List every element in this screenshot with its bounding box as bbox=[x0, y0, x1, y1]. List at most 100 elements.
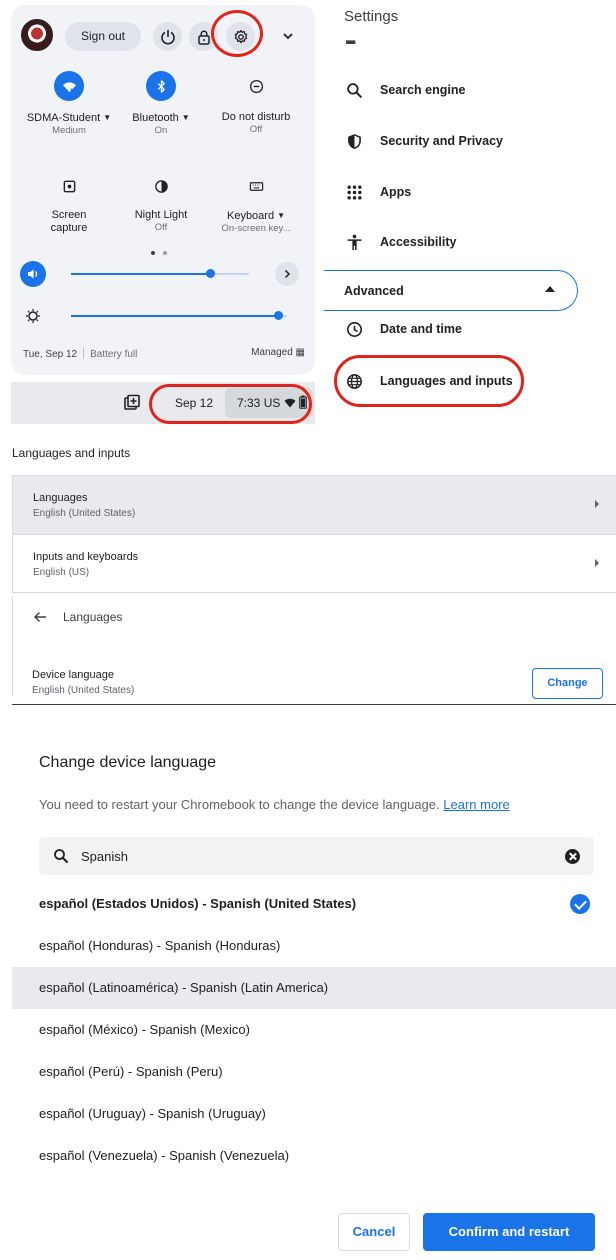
tile-wifi-sub: Medium bbox=[52, 125, 86, 136]
enterprise-building-icon: ▦ bbox=[295, 347, 305, 358]
language-search[interactable] bbox=[39, 837, 594, 875]
caret-up-icon bbox=[545, 286, 555, 292]
quick-settings-footer: Tue, Sep 12 Battery full Managed ▦ bbox=[23, 347, 305, 363]
chevron-down-icon bbox=[283, 33, 293, 40]
sidebar-item-label: Search engine bbox=[380, 83, 466, 97]
user-avatar[interactable] bbox=[21, 19, 53, 51]
sidebar-item-apps[interactable]: Apps bbox=[324, 172, 594, 212]
tile-keyboard[interactable]: Keyboard ▼ On-screen key... bbox=[206, 171, 306, 235]
personalization-item-partial[interactable]: ▂ ▔▔▔▔▔▔▔▔▔▔ bbox=[346, 38, 506, 46]
page-dot[interactable] bbox=[163, 251, 167, 255]
brightness-button bbox=[20, 303, 46, 329]
clear-search-icon[interactable] bbox=[565, 849, 580, 864]
settings-title: Settings bbox=[344, 8, 399, 25]
languages-inputs-heading: Languages and inputs bbox=[12, 446, 131, 460]
footer-date[interactable]: Tue, Sep 12 bbox=[23, 349, 77, 360]
tile-night-light[interactable]: Night Light Off bbox=[111, 171, 211, 234]
battery-status: Battery full bbox=[90, 349, 138, 360]
audio-settings-button[interactable] bbox=[275, 262, 299, 286]
sidebar-item-security[interactable]: Security and Privacy bbox=[324, 121, 594, 161]
inputs-row-title: Inputs and keyboards bbox=[33, 551, 139, 563]
brightness-icon bbox=[26, 309, 40, 323]
tile-screen-capture-label: Screen bbox=[51, 209, 87, 221]
tote-icon[interactable] bbox=[123, 394, 141, 412]
tile-wifi-label: SDMA-Student bbox=[26, 112, 101, 124]
power-icon bbox=[160, 29, 175, 44]
tile-wifi[interactable]: SDMA-Student ▼ Medium bbox=[19, 71, 119, 137]
learn-more-link[interactable]: Learn more bbox=[443, 797, 509, 812]
sidebar-item-label: Date and time bbox=[380, 322, 462, 336]
sidebar-item-search-engine[interactable]: Search engine bbox=[324, 70, 594, 110]
wifi-tile-button[interactable] bbox=[54, 71, 84, 101]
screen-capture-icon bbox=[63, 180, 75, 192]
page-dot-active[interactable] bbox=[151, 251, 155, 255]
dnd-tile-button[interactable] bbox=[241, 71, 271, 101]
sidebar-item-date-time[interactable]: Date and time bbox=[324, 309, 594, 349]
languages-row-sub: English (United States) bbox=[33, 508, 136, 519]
volume-mute-button[interactable] bbox=[20, 261, 46, 287]
collapse-button[interactable] bbox=[277, 25, 299, 47]
power-button[interactable] bbox=[153, 22, 182, 51]
brightness-slider[interactable] bbox=[71, 311, 287, 320]
list-item[interactable]: español (Venezuela) - Spanish (Venezuela… bbox=[12, 1135, 616, 1177]
managed-label: Managed bbox=[251, 347, 293, 358]
managed-indicator[interactable]: Managed ▦ bbox=[251, 347, 305, 358]
sidebar-item-label: Apps bbox=[380, 185, 412, 199]
tile-do-not-disturb[interactable]: Do not disturb Off bbox=[206, 71, 306, 136]
change-language-button[interactable]: Change bbox=[532, 668, 603, 699]
cancel-button[interactable]: Cancel bbox=[338, 1213, 410, 1251]
list-item[interactable]: español (Honduras) - Spanish (Honduras) bbox=[12, 925, 616, 967]
list-item[interactable]: español (Latinoamérica) - Spanish (Latin… bbox=[12, 967, 616, 1009]
device-language-value: English (United States) bbox=[32, 685, 135, 696]
list-item[interactable]: español (Perú) - Spanish (Peru) bbox=[12, 1051, 616, 1093]
language-option-label: español (Venezuela) - Spanish (Venezuela… bbox=[39, 1148, 290, 1163]
wifi-icon bbox=[62, 81, 76, 92]
tile-screen-capture[interactable]: Screen capture bbox=[19, 171, 119, 235]
sidebar-item-accessibility[interactable]: Accessibility bbox=[324, 222, 594, 262]
back-arrow-icon[interactable] bbox=[33, 610, 47, 624]
brightness-thumb[interactable] bbox=[274, 311, 284, 320]
screen-capture-tile-button[interactable] bbox=[54, 171, 84, 201]
volume-slider-row bbox=[11, 259, 315, 289]
language-option-label: español (Honduras) - Spanish (Honduras) bbox=[39, 938, 281, 953]
dropdown-triangle-icon: ▼ bbox=[277, 211, 285, 220]
brightness-fill bbox=[71, 315, 279, 317]
language-option-label: español (Estados Unidos) - Spanish (Unit… bbox=[39, 896, 357, 911]
tile-bluetooth-label: Bluetooth bbox=[132, 112, 179, 124]
search-icon bbox=[54, 849, 69, 864]
search-input[interactable] bbox=[81, 846, 541, 866]
keyboard-icon bbox=[249, 181, 263, 191]
gear-icon bbox=[234, 29, 247, 43]
inputs-keyboards-row[interactable]: Inputs and keyboards English (US) bbox=[13, 535, 616, 593]
confirm-restart-button[interactable]: Confirm and restart bbox=[423, 1213, 595, 1251]
dropdown-triangle-icon: ▼ bbox=[103, 113, 112, 122]
keyboard-tile-button[interactable] bbox=[241, 171, 271, 201]
list-item[interactable]: español (México) - Spanish (Mexico) bbox=[12, 1009, 616, 1051]
list-item[interactable]: español (Uruguay) - Spanish (Uruguay) bbox=[12, 1093, 616, 1135]
languages-inputs-card: Languages English (United States) Inputs… bbox=[12, 475, 616, 593]
lock-icon bbox=[197, 30, 210, 45]
advanced-toggle[interactable]: Advanced bbox=[324, 270, 578, 311]
dropdown-triangle-icon: ▼ bbox=[181, 113, 190, 122]
tile-dnd-label: Do not disturb bbox=[221, 111, 291, 123]
languages-row[interactable]: Languages English (United States) bbox=[13, 476, 616, 534]
languages-subpage-title: Languages bbox=[63, 610, 123, 624]
volume-thumb[interactable] bbox=[205, 269, 215, 278]
volume-slider[interactable] bbox=[71, 269, 249, 278]
list-item[interactable]: español (Estados Unidos) - Spanish (Unit… bbox=[12, 883, 616, 925]
search-icon bbox=[346, 82, 362, 98]
sign-out-button[interactable]: Sign out bbox=[65, 22, 141, 51]
tile-bluetooth[interactable]: Bluetooth ▼ On bbox=[111, 71, 211, 137]
tile-keyboard-label: Keyboard bbox=[226, 210, 275, 222]
brightness-slider-row bbox=[11, 301, 315, 331]
lock-button[interactable] bbox=[189, 22, 218, 51]
night-light-tile-button[interactable] bbox=[146, 171, 176, 201]
advanced-label: Advanced bbox=[344, 283, 404, 298]
quick-settings-panel: Sign out SDMA-Student ▼ Medium Bluetooth ▼ bbox=[11, 5, 315, 375]
bluetooth-icon bbox=[157, 79, 165, 93]
sidebar-item-label: Security and Privacy bbox=[380, 134, 503, 148]
bluetooth-tile-button[interactable] bbox=[146, 71, 176, 101]
clock-icon bbox=[346, 321, 362, 337]
checkmark-icon bbox=[570, 894, 590, 914]
settings-button[interactable] bbox=[226, 22, 255, 51]
